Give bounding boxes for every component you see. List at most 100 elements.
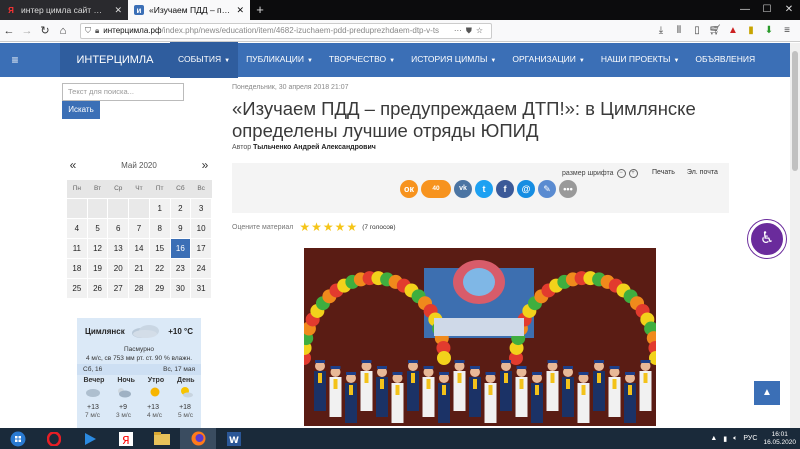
menu-item-events[interactable]: СОБЫТИЯ ▼ xyxy=(170,42,239,78)
calendar-day[interactable]: 30 xyxy=(169,277,192,299)
star-icon[interactable]: ★ xyxy=(335,220,346,234)
bookmark-star-icon[interactable]: ☆ xyxy=(476,26,483,35)
media-player-icon[interactable] xyxy=(72,428,108,449)
twitter-icon[interactable]: t xyxy=(475,180,493,198)
system-clock[interactable]: 16:01 16.05.2020 xyxy=(763,431,796,447)
volume-icon[interactable]: 🔈︎ xyxy=(733,435,737,443)
calendar-day[interactable]: 5 xyxy=(86,217,109,239)
file-explorer-icon[interactable] xyxy=(144,428,180,449)
download-icon[interactable]: ⤓ xyxy=(652,22,670,40)
calendar-day[interactable]: 28 xyxy=(128,277,150,299)
star-icon[interactable]: ★ xyxy=(346,220,357,234)
calendar-day[interactable]: 8 xyxy=(148,217,171,239)
calendar-day[interactable]: 17 xyxy=(190,237,212,259)
calendar-day[interactable]: 2 xyxy=(169,197,192,219)
menu-item-creativity[interactable]: ТВОРЧЕСТВО ▼ xyxy=(321,42,403,78)
new-tab-button[interactable]: + xyxy=(250,0,270,20)
calendar-day[interactable]: 16 xyxy=(169,237,192,259)
calendar-day[interactable]: 20 xyxy=(107,257,130,279)
calendar-day[interactable]: 7 xyxy=(128,217,150,239)
extension-download-icon[interactable]: ⬇ xyxy=(760,22,778,40)
calendar-day[interactable]: 14 xyxy=(128,237,150,259)
email-link[interactable]: Эл. почта xyxy=(687,169,718,176)
more-share-icon[interactable]: ••• xyxy=(559,180,577,198)
calendar-day[interactable]: 29 xyxy=(148,277,171,299)
close-tab-icon[interactable]: ✕ xyxy=(236,5,244,16)
tray-expand-icon[interactable]: ▲ xyxy=(710,435,717,442)
bookmark-icon[interactable]: ▮ xyxy=(742,22,760,40)
hamburger-icon[interactable]: ≡ xyxy=(0,53,30,67)
calendar-day[interactable]: 23 xyxy=(169,257,192,279)
livejournal-icon[interactable]: ✎ xyxy=(538,180,556,198)
zoom-in-icon[interactable]: + xyxy=(628,169,638,178)
facebook-icon[interactable]: f xyxy=(496,180,514,198)
scroll-to-top-button[interactable]: ▲ xyxy=(754,381,780,405)
calendar-day[interactable]: 18 xyxy=(66,257,88,279)
star-icon[interactable]: ★ xyxy=(323,220,334,234)
calendar-day[interactable]: 10 xyxy=(190,217,212,239)
network-icon[interactable]: ▮ xyxy=(723,435,727,443)
close-window-icon[interactable]: ✕ xyxy=(778,0,800,20)
address-bar[interactable]: ⛉ 🔒︎ интерцимла.рф /index.php/news/educa… xyxy=(80,22,492,39)
author-link[interactable]: Тыльченко Андрей Александрович xyxy=(253,144,376,151)
library-icon[interactable]: ⫴ xyxy=(670,22,688,40)
shield-icon[interactable]: ⛉ xyxy=(85,26,91,36)
extension-icon[interactable]: ▲ xyxy=(724,22,742,40)
calendar-day[interactable]: 24 xyxy=(190,257,212,279)
yandex-browser-icon[interactable]: Я xyxy=(108,428,144,449)
home-icon[interactable]: ⌂ xyxy=(54,25,72,37)
menu-item-publications[interactable]: ПУБЛИКАЦИИ ▼ xyxy=(238,42,321,78)
calendar-day[interactable]: 19 xyxy=(86,257,109,279)
browser-tab-yandex[interactable]: Я интер цимла сайт — Яндекс: н ✕ xyxy=(0,0,128,20)
calendar-day[interactable]: 15 xyxy=(148,237,171,259)
menu-item-history[interactable]: ИСТОРИЯ ЦИМЛЫ ▼ xyxy=(403,42,504,78)
calendar-day[interactable]: 31 xyxy=(190,277,212,299)
calendar-next-button[interactable]: » xyxy=(198,158,212,172)
calendar-prev-button[interactable]: « xyxy=(66,158,80,172)
browser-tab-article[interactable]: и «Изучаем ПДД – предупрежда ✕ xyxy=(128,0,250,20)
lock-icon[interactable]: 🔒︎ xyxy=(95,26,99,36)
sidebar-icon[interactable]: ▯ xyxy=(688,22,706,40)
calendar-day[interactable]: 13 xyxy=(107,237,130,259)
menu-item-projects[interactable]: НАШИ ПРОЕКТЫ ▼ xyxy=(593,42,688,78)
calendar-day[interactable]: 26 xyxy=(86,277,109,299)
calendar-day[interactable]: 4 xyxy=(66,217,88,239)
menu-icon[interactable]: ≡ xyxy=(778,22,796,40)
odnoklassniki-icon[interactable]: ок xyxy=(400,180,418,198)
cart-icon[interactable]: 🛒︎ xyxy=(706,22,724,40)
minimize-icon[interactable]: — xyxy=(734,0,756,20)
close-tab-icon[interactable]: ✕ xyxy=(114,5,122,16)
accessibility-icon[interactable]: ♿︎ xyxy=(748,220,786,258)
more-icon[interactable]: ··· xyxy=(454,26,462,35)
calendar-day[interactable]: 12 xyxy=(86,237,109,259)
star-icon[interactable]: ★ xyxy=(299,220,310,234)
reload-icon[interactable]: ↻ xyxy=(36,24,54,37)
calendar-day[interactable]: 21 xyxy=(128,257,150,279)
menu-item-organizations[interactable]: ОРГАНИЗАЦИИ ▼ xyxy=(504,42,593,78)
pocket-icon[interactable]: ⛊ xyxy=(466,26,472,36)
ok-share-count[interactable]: 40 xyxy=(421,180,451,198)
zoom-out-icon[interactable]: − xyxy=(616,169,626,178)
calendar-day[interactable]: 25 xyxy=(66,277,88,299)
forward-icon[interactable]: → xyxy=(18,25,36,37)
calendar-day[interactable]: 6 xyxy=(107,217,130,239)
vk-icon[interactable]: vk xyxy=(454,180,472,198)
maximize-icon[interactable]: ☐ xyxy=(756,0,778,20)
print-link[interactable]: Печать xyxy=(652,169,675,176)
calendar-day[interactable]: 1 xyxy=(148,197,171,219)
menu-item-announcements[interactable]: ОБЪЯВЛЕНИЯ xyxy=(687,42,763,78)
calendar-day[interactable]: 9 xyxy=(169,217,192,239)
site-logo[interactable]: ИНТЕРЦИМЛА xyxy=(60,43,170,77)
back-icon[interactable]: ← xyxy=(0,25,18,37)
scrollbar-thumb[interactable] xyxy=(792,51,798,171)
firefox-icon[interactable] xyxy=(180,428,216,449)
star-icon[interactable]: ★ xyxy=(311,220,322,234)
search-input[interactable]: Текст для поиска... xyxy=(62,83,184,101)
calendar-day[interactable]: 3 xyxy=(190,197,212,219)
word-icon[interactable]: W xyxy=(216,428,252,449)
calendar-day[interactable]: 27 xyxy=(107,277,130,299)
search-button[interactable]: Искать xyxy=(62,101,100,119)
calendar-day[interactable]: 11 xyxy=(66,237,88,259)
calendar-day[interactable]: 22 xyxy=(148,257,171,279)
mail-ru-icon[interactable]: @ xyxy=(517,180,535,198)
